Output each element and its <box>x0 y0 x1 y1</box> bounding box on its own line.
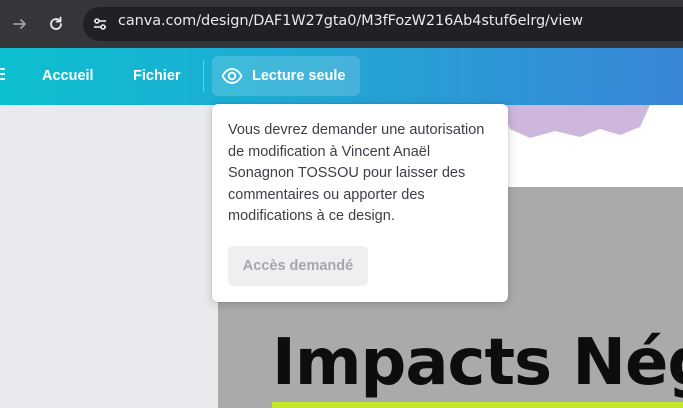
site-settings-button[interactable] <box>88 12 112 36</box>
site-settings-icon <box>94 18 106 30</box>
file-menu-button[interactable]: Fichier <box>133 68 181 84</box>
readonly-label: Lecture seule <box>252 68 346 84</box>
accent-bar <box>272 402 683 408</box>
decorative-brush-shape <box>500 105 650 138</box>
permission-message: Vous devrez demander une autorisation de… <box>228 122 485 224</box>
readonly-popover: Vous devrez demander une autorisation de… <box>212 104 508 302</box>
forward-button[interactable] <box>8 12 32 36</box>
menu-icon[interactable] <box>0 68 6 82</box>
url-text[interactable]: canva.com/design/DAF1W27gta0/M3fFozW216A… <box>118 13 583 29</box>
toolbar-divider <box>203 60 204 92</box>
readonly-button[interactable]: Lecture seule <box>212 56 360 96</box>
design-headline: Impacts Nég <box>272 326 683 400</box>
home-button[interactable]: Accueil <box>42 68 94 84</box>
arrow-right-icon <box>13 19 26 29</box>
reload-icon <box>50 16 62 30</box>
access-requested-button: Accès demandé <box>228 246 368 286</box>
reload-button[interactable] <box>44 12 68 36</box>
eye-icon <box>221 68 243 84</box>
